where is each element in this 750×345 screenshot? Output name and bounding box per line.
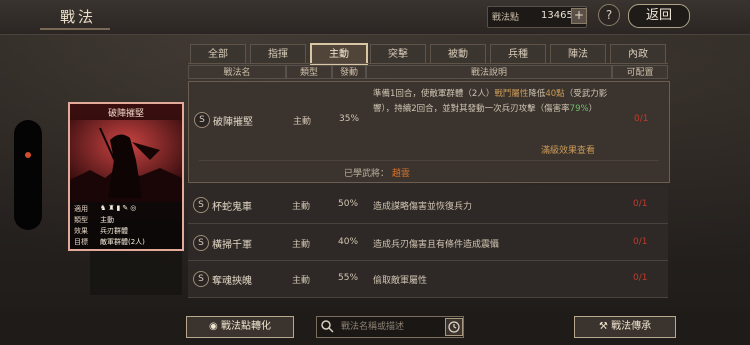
tactic-rate: 50% [338, 199, 359, 209]
top-bar: 戰法 戰法點 13465 + ? 返回 [0, 0, 750, 35]
learned-general-name[interactable]: 趙雲 [392, 169, 410, 179]
table-header: 戰法名 類型 發動 戰法說明 可配置 [188, 65, 668, 80]
help-button[interactable]: ? [598, 4, 620, 26]
tactic-rate: 40% [338, 237, 359, 247]
tab-troop[interactable]: 兵種 [490, 44, 546, 64]
card-effect-value: 兵刃群體 [100, 227, 128, 235]
tactic-description: 造成兵刃傷害且有條件造成震懾 [373, 240, 500, 250]
row-inner-divider [199, 160, 659, 161]
page-title: 戰法 [60, 8, 97, 26]
tactic-type: 主動 [292, 276, 311, 286]
selected-tactic-card[interactable]: 破陣摧堅 適用 ♞♜▮✎◎ 類型 主動 效果 兵刃群體 目標 敵軍群體(2人) [68, 102, 184, 251]
desc-highlight: 戰鬥屬性 [494, 89, 529, 99]
points-value: 13465 [541, 10, 573, 21]
desc-part: 降低 [528, 89, 546, 99]
learned-label: 已學武將： [344, 169, 390, 179]
side-handle[interactable] [14, 120, 42, 230]
tactic-config-count: 0/1 [633, 273, 648, 283]
learned-generals: 已學武將： 趙雲 [344, 166, 410, 179]
tactic-description: 偷取敵軍屬性 [373, 276, 428, 286]
coin-icon: ◉ [209, 321, 218, 332]
tab-assault[interactable]: 突擊 [370, 44, 426, 64]
convert-label: 戰法點轉化 [220, 321, 271, 332]
tactic-name: 奪魂挾魄 [212, 276, 252, 287]
col-type[interactable]: 類型 [286, 65, 332, 79]
unit-type-icons: ♞♜▮✎◎ [100, 204, 139, 212]
tactic-points-convert-button[interactable]: ◉ 戰法點轉化 [186, 316, 294, 338]
card-fit-label: 適用 [74, 205, 88, 213]
table-row[interactable]: S 杯蛇鬼車 主動 50% 造成謀略傷害並恢復兵力 0/1 [188, 185, 668, 224]
side-indicator-dot [25, 152, 31, 158]
rank-s-badge: S [194, 112, 210, 128]
clock-icon[interactable] [445, 318, 463, 336]
tactic-description: 準備1回合，使敵軍群體（2人）戰鬥屬性降低40點（受武力影響），持續2回合，並對… [373, 87, 613, 117]
tactic-name: 橫掃千軍 [212, 240, 252, 251]
tab-all[interactable]: 全部 [190, 44, 246, 64]
card-effect-label: 效果 [74, 227, 88, 235]
title-underline [40, 28, 110, 30]
hammer-icon: ⚒ [598, 321, 608, 332]
tactic-type: 主動 [292, 240, 311, 250]
desc-part: 準備1回合，使敵軍群體（2人） [373, 89, 495, 99]
card-title: 破陣摧堅 [107, 109, 144, 119]
add-points-button[interactable]: + [571, 8, 587, 24]
tab-command[interactable]: 指揮 [250, 44, 306, 64]
tab-divider [188, 63, 668, 64]
card-info-panel: 適用 ♞♜▮✎◎ 類型 主動 效果 兵刃群體 目標 敵軍群體(2人) [70, 202, 182, 249]
rank-s-badge: S [193, 197, 209, 213]
tab-formation[interactable]: 陣法 [550, 44, 606, 64]
tactic-name: 破陣摧堅 [213, 117, 253, 128]
desc-damage-rate: 79% [569, 104, 589, 114]
col-config[interactable]: 可配置 [612, 65, 668, 79]
rank-s-badge: S [193, 235, 209, 251]
card-target-value: 敵軍群體(2人) [100, 238, 145, 246]
points-label: 戰法點 [492, 13, 520, 23]
card-type-label: 類型 [74, 216, 88, 224]
tactic-config-count: 0/1 [633, 237, 648, 247]
tactic-rate: 35% [339, 114, 360, 124]
table-row-selected[interactable]: S 破陣摧堅 主動 35% 準備1回合，使敵軍群體（2人）戰鬥屬性降低40點（受… [188, 81, 670, 183]
tactic-description: 造成謀略傷害並恢復兵力 [373, 202, 473, 212]
tactic-name: 杯蛇鬼車 [212, 202, 252, 213]
search-input[interactable] [341, 317, 453, 337]
table-row[interactable]: S 橫掃千軍 主動 40% 造成兵刃傷害且有條件造成震懾 0/1 [188, 224, 668, 261]
search-box[interactable] [316, 316, 464, 338]
max-level-effect-link[interactable]: 滿級效果查看 [541, 143, 595, 156]
tactic-config-count: 0/1 [634, 114, 649, 124]
tab-passive[interactable]: 被動 [430, 44, 486, 64]
back-button[interactable]: 返回 [628, 4, 690, 28]
desc-highlight: 40點 [545, 89, 565, 99]
tactic-config-count: 0/1 [633, 199, 648, 209]
tab-internal[interactable]: 內政 [610, 44, 666, 64]
col-desc: 戰法說明 [366, 65, 612, 79]
card-target-label: 目標 [74, 238, 88, 246]
rank-s-badge: S [193, 271, 209, 287]
tactic-type: 主動 [292, 202, 311, 212]
table-row[interactable]: S 奪魂挾魄 主動 55% 偷取敵軍屬性 0/1 [188, 261, 668, 298]
tactic-inherit-button[interactable]: ⚒ 戰法傳承 [574, 316, 676, 338]
search-icon [321, 320, 334, 333]
col-rate[interactable]: 發動 [332, 65, 366, 79]
card-type-value: 主動 [100, 216, 114, 224]
inherit-label: 戰法傳承 [611, 321, 652, 332]
tactic-type: 主動 [293, 117, 312, 127]
desc-part: ） [588, 104, 598, 114]
col-name[interactable]: 戰法名 [188, 65, 286, 79]
tactic-rate: 55% [338, 273, 359, 283]
card-artwork [70, 120, 182, 202]
